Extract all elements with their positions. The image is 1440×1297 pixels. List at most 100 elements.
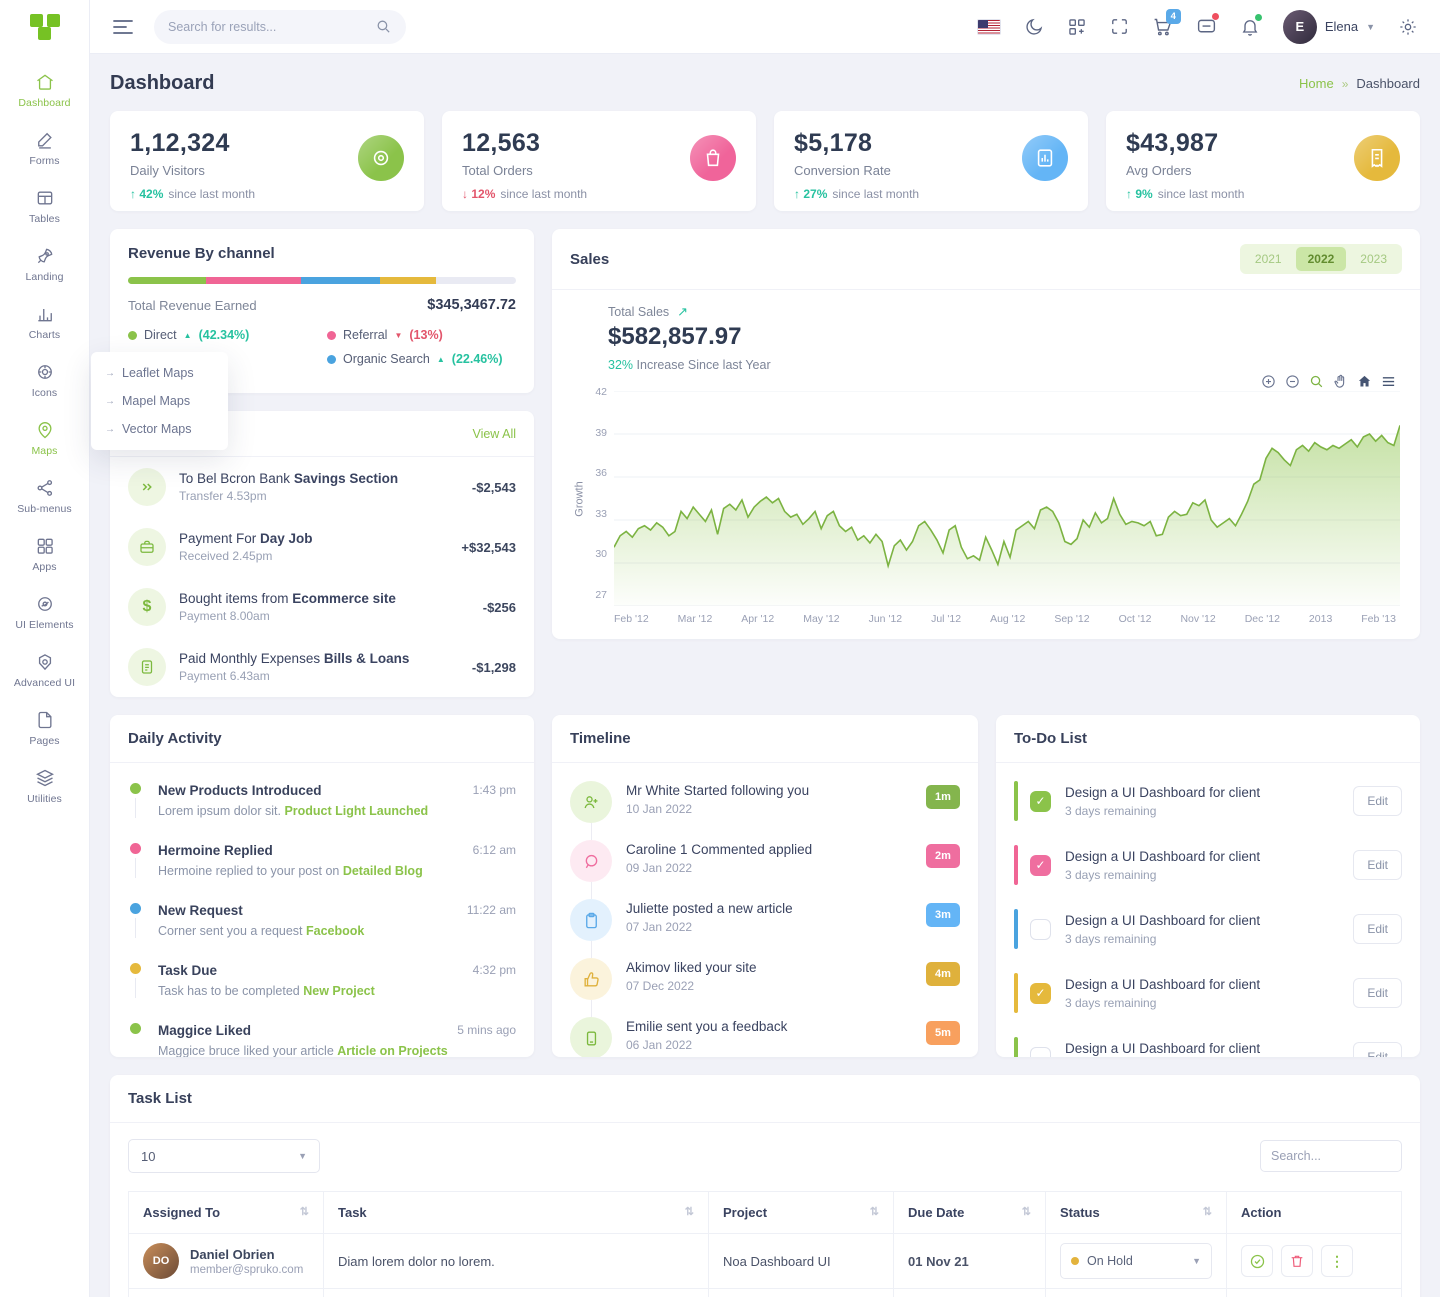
activity-link[interactable]: Article on Projects (337, 1044, 447, 1057)
sidebar-item-advanced-ui[interactable]: Advanced UI (0, 642, 89, 700)
activity-link[interactable]: Product Light Launched (284, 804, 428, 818)
page-title: Dashboard (110, 72, 214, 95)
total-sales-value: $582,857.97 (608, 323, 1400, 351)
col-project[interactable]: Project⇅ (709, 1192, 894, 1234)
sidebar-item-utilities[interactable]: Utilities (0, 758, 89, 816)
apps-grid-icon[interactable] (1067, 17, 1087, 37)
rocket-icon (35, 246, 55, 266)
cart-icon[interactable]: 4 (1152, 16, 1173, 37)
pan-icon[interactable] (1333, 374, 1348, 389)
main-content: Dashboard Home » Dashboard 1,12,324 Dail… (90, 54, 1440, 1297)
dark-mode-icon[interactable] (1024, 17, 1044, 37)
sidebar-item-charts[interactable]: Charts (0, 294, 89, 352)
submenu-label: Vector Maps (122, 422, 191, 436)
design-icon (35, 594, 55, 614)
edit-button[interactable]: Edit (1353, 786, 1402, 816)
todo-checkbox[interactable]: ✓ (1030, 855, 1051, 876)
edit-button[interactable]: Edit (1353, 850, 1402, 880)
submenu-item-vector-maps[interactable]: →Vector Maps (91, 415, 228, 443)
page-header: Dashboard Home » Dashboard (110, 72, 1420, 95)
edit-button[interactable]: Edit (1353, 914, 1402, 944)
status-select[interactable]: On Hold▼ (1060, 1243, 1212, 1279)
chart-toolbar (572, 374, 1396, 389)
sidebar-item-pages[interactable]: Pages (0, 700, 89, 758)
sidebar-item-icons[interactable]: Icons (0, 352, 89, 410)
sidebar-item-landing[interactable]: Landing (0, 236, 89, 294)
activity-link[interactable]: New Project (303, 984, 375, 998)
sidebar-label: Dashboard (18, 97, 70, 109)
todo-checkbox[interactable]: ✓ (1030, 919, 1051, 940)
messages-icon[interactable] (1196, 16, 1217, 37)
fullscreen-icon[interactable] (1110, 17, 1129, 36)
search-icon[interactable] (375, 18, 392, 35)
sidebar-item-dashboard[interactable]: Dashboard (0, 62, 89, 120)
map-pin-icon (35, 420, 55, 440)
todo-item: ✓ Design a UI Dashboard for client3 days… (1014, 909, 1402, 949)
page-size-select[interactable]: 10▼ (128, 1139, 320, 1173)
activity-item: New Products Introduced1:43 pm Lorem ips… (128, 783, 516, 843)
todo-color-bar (1014, 845, 1018, 885)
col-status[interactable]: Status⇅ (1046, 1192, 1227, 1234)
settings-gear-icon[interactable] (1398, 17, 1418, 37)
search-input[interactable] (168, 20, 375, 34)
bell-icon[interactable] (1240, 17, 1260, 37)
col-assigned-to[interactable]: Assigned To⇅ (129, 1192, 324, 1234)
home-reset-icon[interactable] (1357, 374, 1372, 389)
sidebar-label: Icons (32, 387, 58, 399)
submenu-item-mapel-maps[interactable]: →Mapel Maps (91, 387, 228, 415)
book-icon (570, 1017, 612, 1057)
breadcrumb-home[interactable]: Home (1299, 76, 1334, 91)
todo-checkbox[interactable]: ✓ (1030, 983, 1051, 1004)
delete-button[interactable] (1281, 1245, 1313, 1277)
transaction-row: Payment For Day JobReceived 2.45pm +$32,… (110, 517, 534, 577)
revenue-total-value: $345,3467.72 (427, 297, 516, 313)
approve-button[interactable] (1241, 1245, 1273, 1277)
zoom-in-icon[interactable] (1261, 374, 1276, 389)
clipboard-icon (570, 899, 612, 941)
sidebar-item-sub-menus[interactable]: Sub-menus (0, 468, 89, 526)
view-all-link[interactable]: View All (472, 427, 516, 441)
more-options-button[interactable]: ⋮ (1321, 1245, 1353, 1277)
legend-dot (128, 331, 137, 340)
col-task[interactable]: Task⇅ (324, 1192, 709, 1234)
year-2022-button[interactable]: 2022 (1296, 247, 1347, 271)
sidebar-item-apps[interactable]: Apps (0, 526, 89, 584)
legend-dot (327, 331, 336, 340)
edit-button[interactable]: Edit (1353, 978, 1402, 1008)
selection-zoom-icon[interactable] (1309, 374, 1324, 389)
col-due-date[interactable]: Due Date⇅ (894, 1192, 1046, 1234)
todo-color-bar (1014, 973, 1018, 1013)
sidebar-toggle-icon[interactable] (112, 18, 134, 36)
transaction-amount: -$2,543 (472, 480, 516, 495)
app-logo[interactable] (0, 0, 89, 54)
sidebar-item-maps[interactable]: Maps (0, 410, 89, 468)
timeline-item: Akimov liked your site07 Dec 2022 4m (570, 958, 960, 1017)
edit-button[interactable]: Edit (1353, 1042, 1402, 1057)
activity-dot (130, 1023, 141, 1034)
table-row: OTOlena Tyrellmember@spruko.com Est sea … (129, 1289, 1402, 1297)
todo-checkbox[interactable]: ✓ (1030, 791, 1051, 812)
sidebar-item-ui-elements[interactable]: UI Elements (0, 584, 89, 642)
activity-item: New Request11:22 am Corner sent you a re… (128, 903, 516, 963)
table-search-input[interactable] (1260, 1140, 1402, 1172)
visitors-target-icon (358, 135, 404, 181)
todo-checkbox[interactable]: ✓ (1030, 1047, 1051, 1058)
activity-dot (130, 843, 141, 854)
activity-link[interactable]: Facebook (306, 924, 364, 938)
chart-plot-area[interactable] (614, 391, 1400, 606)
revenue-total-label: Total Revenue Earned (128, 298, 257, 313)
arrow-right-icon: → (105, 368, 115, 379)
activity-link[interactable]: Detailed Blog (343, 864, 423, 878)
year-2023-button[interactable]: 2023 (1348, 247, 1399, 271)
chart-menu-icon[interactable] (1381, 374, 1396, 389)
activity-dot (130, 783, 141, 794)
submenu-item-leaflet-maps[interactable]: →Leaflet Maps (91, 359, 228, 387)
sidebar-item-tables[interactable]: Tables (0, 178, 89, 236)
sidebar-item-forms[interactable]: Forms (0, 120, 89, 178)
share-nodes-icon (35, 478, 55, 498)
shopping-bag-icon (690, 135, 736, 181)
language-flag-icon[interactable] (977, 19, 1001, 35)
user-menu[interactable]: E Elena ▼ (1283, 10, 1375, 44)
zoom-out-icon[interactable] (1285, 374, 1300, 389)
year-2021-button[interactable]: 2021 (1243, 247, 1294, 271)
